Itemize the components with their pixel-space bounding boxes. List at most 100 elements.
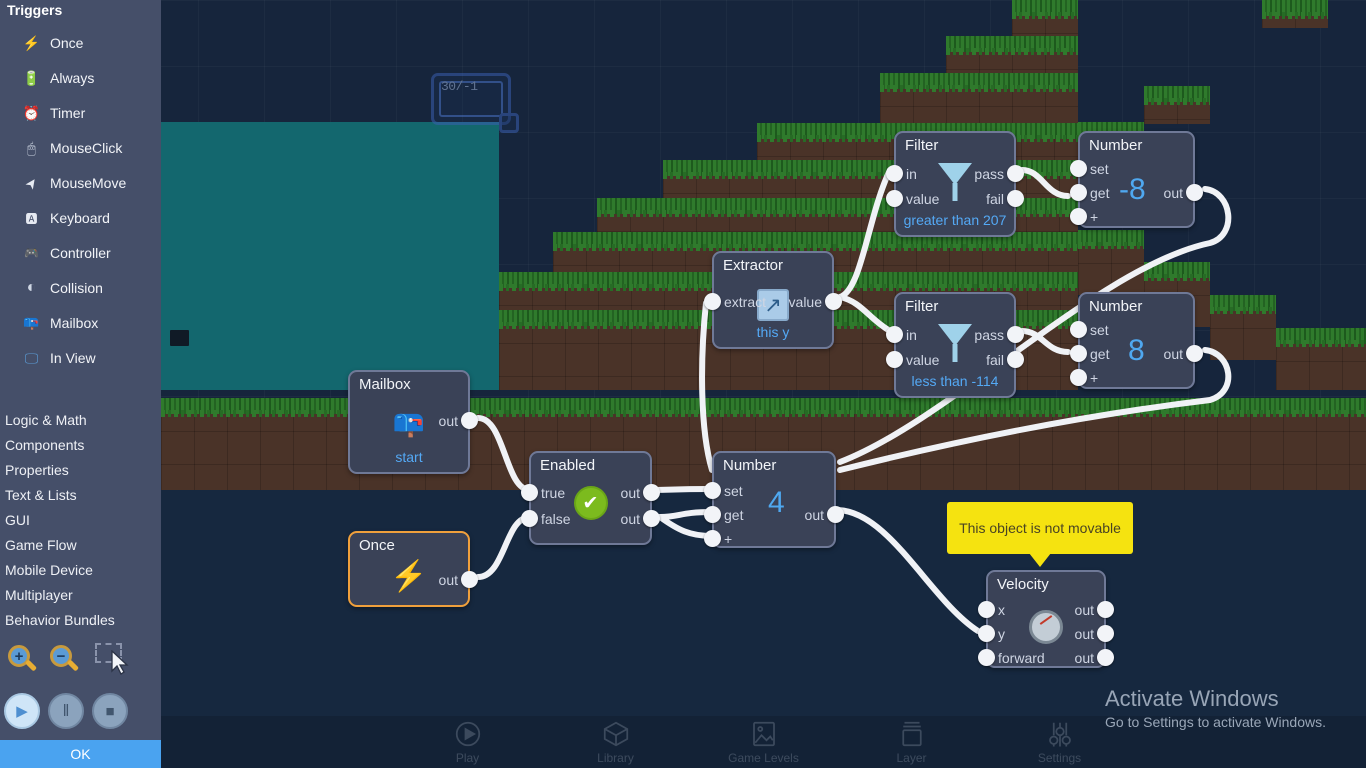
socket-set[interactable]	[1070, 160, 1087, 177]
socket-out-fwd[interactable]	[1097, 649, 1114, 666]
sidebar-item-once[interactable]: ⚡ Once	[22, 30, 84, 56]
sidebar-category-behavior-bundles[interactable]: Behavior Bundles	[5, 612, 115, 628]
socket-fail[interactable]	[1007, 190, 1024, 207]
node-filter-less[interactable]: Filter in value pass fail less than -114	[886, 292, 1024, 398]
node-number-4[interactable]: Number 4 set get + out	[704, 451, 844, 548]
sidebar-item-always[interactable]: 🔋 Always	[22, 65, 95, 91]
socket-x[interactable]	[978, 601, 995, 618]
stop-button[interactable]: ■	[92, 693, 128, 729]
socket-plus[interactable]	[1070, 369, 1087, 386]
node-mailbox[interactable]: Mailbox 📪 out start	[348, 370, 478, 474]
sidebar-item-timer[interactable]: ⏰ Timer	[22, 100, 85, 126]
node-port-in[interactable]: in	[906, 327, 917, 343]
node-port-out-false[interactable]: out	[621, 511, 640, 527]
node-once[interactable]: Once ⚡ out	[348, 531, 478, 607]
socket-forward[interactable]	[978, 649, 995, 666]
bottom-item-layer[interactable]: Layer	[838, 719, 986, 765]
socket-set[interactable]	[704, 482, 721, 499]
node-velocity[interactable]: Velocity x y forward out out out	[978, 570, 1114, 668]
socket-in[interactable]	[886, 165, 903, 182]
node-port-value[interactable]: value	[906, 352, 939, 368]
socket-value[interactable]	[825, 293, 842, 310]
node-port-get[interactable]: get	[1090, 346, 1109, 362]
node-port-true[interactable]: true	[541, 485, 565, 501]
sidebar-category-properties[interactable]: Properties	[5, 462, 69, 478]
sidebar-category-game-flow[interactable]: Game Flow	[5, 537, 77, 553]
socket-set[interactable]	[1070, 321, 1087, 338]
socket-y[interactable]	[978, 625, 995, 642]
socket-extract[interactable]	[704, 293, 721, 310]
node-filter-greater[interactable]: Filter in value pass fail greater than 2…	[886, 131, 1024, 237]
socket-in[interactable]	[886, 326, 903, 343]
zoom-in-icon[interactable]: +	[8, 645, 38, 675]
node-port-plus[interactable]: +	[1090, 370, 1098, 386]
node-port-plus[interactable]: +	[724, 531, 732, 547]
node-port-pass[interactable]: pass	[974, 327, 1004, 343]
sidebar-item-controller[interactable]: 🎮 Controller	[22, 240, 111, 266]
node-port-out-y[interactable]: out	[1075, 626, 1094, 642]
socket-out-false[interactable]	[643, 510, 660, 527]
node-port-out-x[interactable]: out	[1075, 602, 1094, 618]
node-port-value[interactable]: value	[789, 294, 822, 310]
node-port-out-true[interactable]: out	[621, 485, 640, 501]
sidebar-category-components[interactable]: Components	[5, 437, 84, 453]
node-port-x[interactable]: x	[998, 602, 1005, 618]
sidebar-category-multiplayer[interactable]: Multiplayer	[5, 587, 73, 603]
sidebar-category-gui[interactable]: GUI	[5, 512, 30, 528]
node-port-out[interactable]: out	[1164, 185, 1183, 201]
node-port-out[interactable]: out	[439, 572, 458, 588]
node-port-fail[interactable]: fail	[986, 352, 1004, 368]
node-port-set[interactable]: set	[724, 483, 743, 499]
sidebar-item-mouseclick[interactable]: 🖱 MouseClick	[22, 135, 122, 161]
node-port-y[interactable]: y	[998, 626, 1005, 642]
socket-get[interactable]	[1070, 184, 1087, 201]
node-port-set[interactable]: set	[1090, 161, 1109, 177]
node-value[interactable]: 8	[1128, 334, 1145, 368]
node-port-get[interactable]: get	[1090, 185, 1109, 201]
node-number-minus8[interactable]: Number -8 set get + out	[1070, 131, 1203, 228]
node-port-set[interactable]: set	[1090, 322, 1109, 338]
sidebar-item-mailbox[interactable]: 📪 Mailbox	[22, 310, 98, 336]
socket-out[interactable]	[461, 571, 478, 588]
socket-pass[interactable]	[1007, 326, 1024, 343]
node-port-extract[interactable]: extract	[724, 294, 766, 310]
socket-out[interactable]	[461, 412, 478, 429]
zoom-out-icon[interactable]: −	[50, 645, 80, 675]
node-value[interactable]: -8	[1119, 173, 1146, 207]
sidebar-item-collision[interactable]: ◐ Collision	[22, 275, 103, 301]
socket-plus[interactable]	[1070, 208, 1087, 225]
node-number-8[interactable]: Number 8 set get + out	[1070, 292, 1203, 389]
player-sprite[interactable]	[170, 330, 189, 346]
bottom-item-play[interactable]: Play	[394, 719, 542, 765]
socket-pass[interactable]	[1007, 165, 1024, 182]
play-button[interactable]: ▶	[4, 693, 40, 729]
node-port-false[interactable]: false	[541, 511, 571, 527]
node-port-pass[interactable]: pass	[974, 166, 1004, 182]
sidebar-category-text-lists[interactable]: Text & Lists	[5, 487, 77, 503]
selection-box[interactable]: 30/-1	[431, 73, 519, 133]
socket-value[interactable]	[886, 190, 903, 207]
bottom-item-library[interactable]: Library	[542, 719, 690, 765]
node-port-out[interactable]: out	[439, 413, 458, 429]
socket-get[interactable]	[704, 506, 721, 523]
node-port-in[interactable]: in	[906, 166, 917, 182]
pause-button[interactable]: ‖	[48, 693, 84, 729]
node-port-fail[interactable]: fail	[986, 191, 1004, 207]
socket-out[interactable]	[1186, 184, 1203, 201]
node-port-out-fwd[interactable]: out	[1075, 650, 1094, 666]
sidebar-item-inview[interactable]: 🖵 In View	[22, 345, 96, 371]
sidebar-item-mousemove[interactable]: ➤ MouseMove	[21, 170, 126, 196]
socket-in-true[interactable]	[521, 484, 538, 501]
ok-button[interactable]: OK	[0, 740, 161, 768]
bottom-item-game-levels[interactable]: Game Levels	[690, 719, 838, 765]
socket-out-y[interactable]	[1097, 625, 1114, 642]
sidebar-category-logic-math[interactable]: Logic & Math	[5, 412, 87, 428]
socket-out-true[interactable]	[643, 484, 660, 501]
socket-value[interactable]	[886, 351, 903, 368]
socket-out[interactable]	[827, 506, 844, 523]
socket-get[interactable]	[1070, 345, 1087, 362]
sidebar-item-keyboard[interactable]: 🅰 Keyboard	[22, 205, 109, 231]
node-enabled[interactable]: Enabled ✔ true false out out	[521, 451, 660, 545]
socket-in-false[interactable]	[521, 510, 538, 527]
socket-plus[interactable]	[704, 530, 721, 547]
